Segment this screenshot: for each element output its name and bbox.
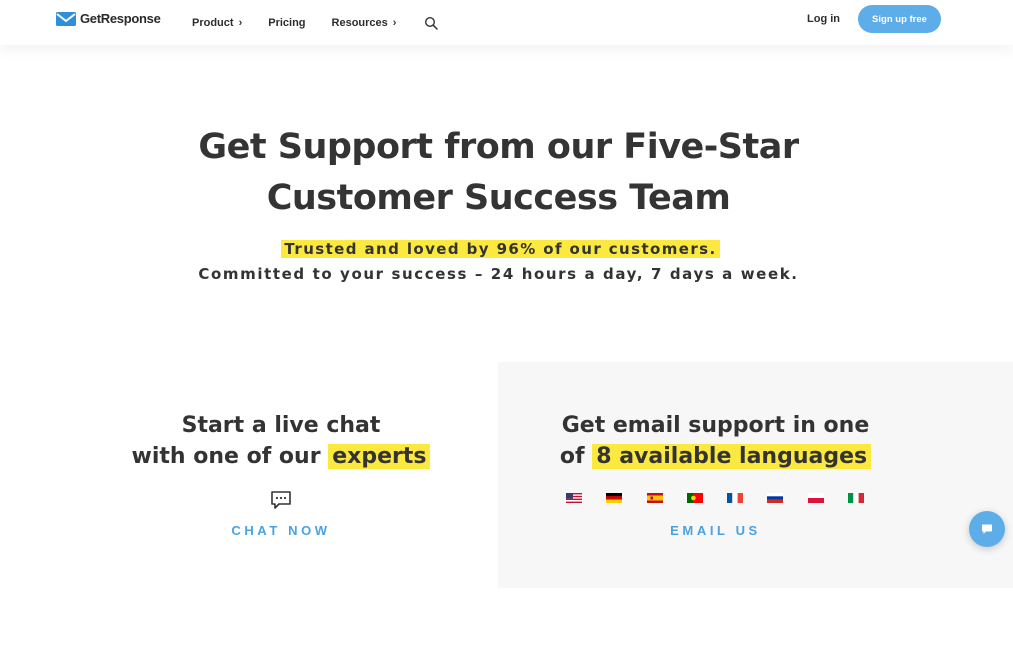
page-title-line: Customer Success Team [266,178,731,218]
highlight-text: Trusted and loved by 96% of our customer… [281,240,720,258]
chat-bubble-icon [271,491,291,509]
card-title-prefix: of [559,444,585,469]
logo-text: GetResponse [80,11,161,26]
signup-button[interactable]: Sign up free [858,5,941,33]
nav-item-pricing[interactable]: Pricing [268,17,305,29]
login-link[interactable]: Log in [807,13,840,25]
page-title: Get Support from our Five-Star Customer … [0,122,997,224]
fr-flag-icon[interactable] [727,493,744,503]
nav-item-product[interactable]: Product › [192,17,242,29]
es-flag-icon[interactable] [646,493,663,503]
main-nav: Product › Pricing Resources › [192,0,439,45]
logo[interactable]: GetResponse [56,11,161,26]
card-title-highlight: experts [328,444,431,469]
ru-flag-icon[interactable] [767,493,784,503]
chevron-right-icon: › [238,16,243,29]
card-title-line: Start a live chat [181,413,381,438]
pl-flag-icon[interactable] [807,493,824,503]
pt-flag-icon[interactable] [686,493,703,503]
email-support-card: Get email support in one of 8 available … [498,362,1013,588]
hero-subtitle: Committed to your success – 24 hours a d… [198,265,799,283]
envelope-logo-icon [56,11,76,26]
email-us-link[interactable]: EMAIL US [498,523,933,538]
live-chat-card: Start a live chat with one of our expert… [0,362,498,588]
nav-item-label: Resources [331,16,388,29]
site-header: GetResponse Product › Pricing Resources … [0,0,1013,45]
page-title-line: Get Support from our Five-Star [198,127,799,167]
live-chat-title: Start a live chat with one of our expert… [0,410,562,472]
card-title-prefix: with one of our [131,444,321,469]
card-title-line: Get email support in one [561,413,870,438]
chevron-right-icon: › [392,16,397,29]
nav-item-resources[interactable]: Resources › [332,17,397,29]
chat-now-link[interactable]: CHAT NOW [0,523,562,538]
card-title-line: with one of our experts [0,441,562,472]
us-flag-icon[interactable] [566,493,582,503]
search-icon[interactable] [424,16,439,30]
nav-item-label: Product [192,16,234,29]
de-flag-icon[interactable] [606,493,623,503]
card-title-highlight: 8 available languages [592,444,872,469]
chat-widget-button[interactable] [969,511,1005,547]
language-flags [566,493,888,503]
hero-highlight: Trusted and loved by 96% of our customer… [0,240,1001,258]
it-flag-icon[interactable] [848,493,865,503]
email-support-title: Get email support in one of 8 available … [498,410,933,472]
nav-item-label: Pricing [268,16,306,29]
card-title-line: of 8 available languages [498,441,933,472]
message-icon [982,524,992,534]
